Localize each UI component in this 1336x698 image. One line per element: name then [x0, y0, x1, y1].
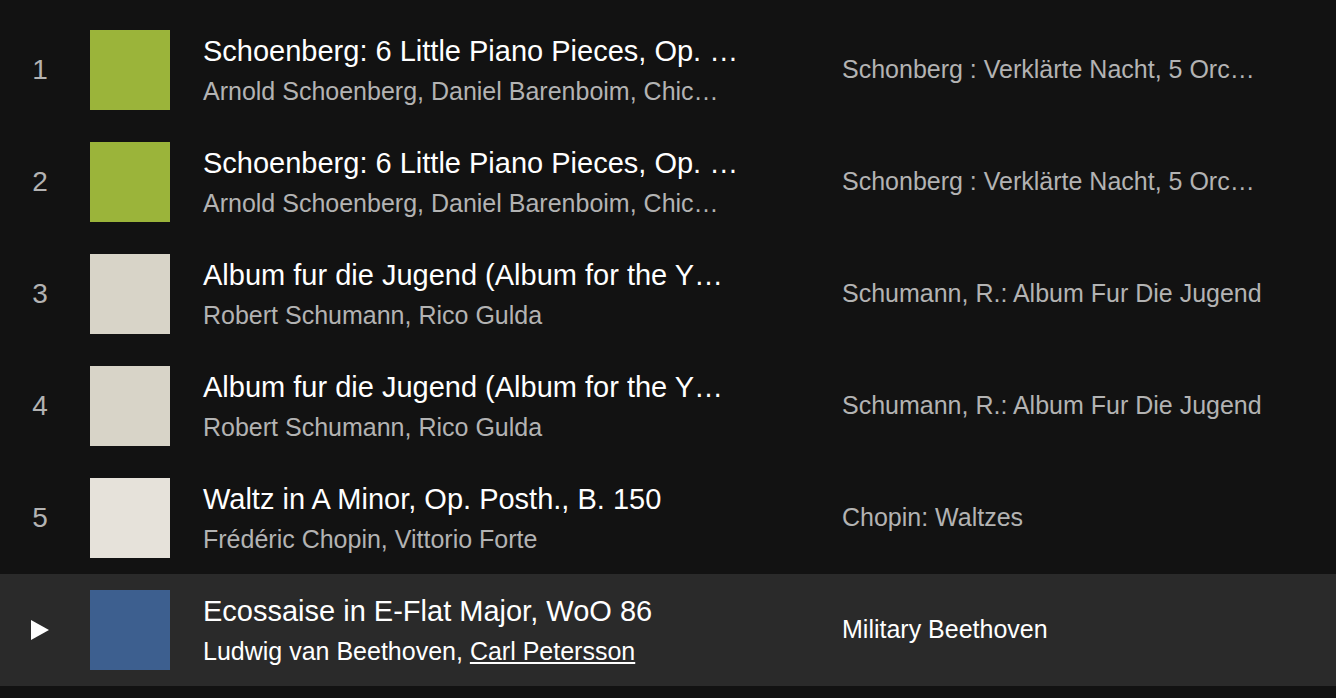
track-row[interactable]: 3 Album fur die Jugend (Album for the Y… R…	[0, 238, 1336, 350]
album-cover[interactable]	[90, 366, 170, 446]
track-info: Album fur die Jugend (Album for the Y… Ro…	[203, 369, 842, 443]
artist-link[interactable]: Robert Schumann	[203, 413, 405, 441]
track-artists: Robert Schumann, Rico Gulda	[203, 411, 842, 443]
track-artists: Arnold Schoenberg, Daniel Barenboim, Chi…	[203, 75, 842, 107]
artist-separator: ,	[405, 413, 419, 441]
track-info: Ecossaise in E-Flat Major, WoO 86 Ludwig …	[203, 593, 842, 667]
artist-link[interactable]: Chic…	[644, 189, 719, 217]
track-row[interactable]: 4 Album fur die Jugend (Album for the Y… R…	[0, 350, 1336, 462]
track-row[interactable]: 1 Schoenberg: 6 Little Piano Pieces, Op. …	[0, 14, 1336, 126]
track-info: Schoenberg: 6 Little Piano Pieces, Op. ……	[203, 33, 842, 107]
album-cover[interactable]	[90, 590, 170, 670]
track-number: 5	[32, 497, 48, 539]
track-number-cell	[0, 618, 80, 642]
artist-link[interactable]: Arnold Schoenberg	[203, 189, 417, 217]
album-cover[interactable]	[90, 254, 170, 334]
track-info: Schoenberg: 6 Little Piano Pieces, Op. ……	[203, 145, 842, 219]
album-link[interactable]: Chopin: Waltzes	[842, 499, 1336, 537]
track-title[interactable]: Schoenberg: 6 Little Piano Pieces, Op. …	[203, 145, 842, 181]
track-row[interactable]: 2 Schoenberg: 6 Little Piano Pieces, Op. …	[0, 126, 1336, 238]
track-list: 1 Schoenberg: 6 Little Piano Pieces, Op. …	[0, 0, 1336, 686]
track-title[interactable]: Ecossaise in E-Flat Major, WoO 86	[203, 593, 842, 629]
track-title[interactable]: Schoenberg: 6 Little Piano Pieces, Op. …	[203, 33, 842, 69]
artist-link[interactable]: Arnold Schoenberg	[203, 77, 417, 105]
track-number: 4	[32, 385, 48, 427]
track-number-cell: 1	[0, 49, 80, 91]
track-artists: Ludwig van Beethoven, Carl Petersson	[203, 635, 842, 667]
track-number: 1	[32, 49, 48, 91]
artist-separator: ,	[405, 301, 419, 329]
album-link[interactable]: Schonberg : Verklärte Nacht, 5 Orc…	[842, 163, 1336, 201]
artist-link[interactable]: Rico Gulda	[418, 413, 542, 441]
track-title[interactable]: Waltz in A Minor, Op. Posth., B. 150	[203, 481, 842, 517]
play-icon[interactable]	[29, 618, 51, 642]
track-title[interactable]: Album fur die Jugend (Album for the Y…	[203, 369, 842, 405]
artist-separator: ,	[417, 77, 431, 105]
album-link[interactable]: Schumann, R.: Album Fur Die Jugend	[842, 275, 1336, 313]
track-info: Waltz in A Minor, Op. Posth., B. 150 Fréd…	[203, 481, 842, 555]
track-artists: Robert Schumann, Rico Gulda	[203, 299, 842, 331]
album-link[interactable]: Military Beethoven	[842, 611, 1336, 649]
artist-link[interactable]: Rico Gulda	[418, 301, 542, 329]
album-cover[interactable]	[90, 142, 170, 222]
album-cover[interactable]	[90, 478, 170, 558]
track-number-cell: 3	[0, 273, 80, 315]
album-link[interactable]: Schumann, R.: Album Fur Die Jugend	[842, 387, 1336, 425]
track-artists: Frédéric Chopin, Vittorio Forte	[203, 523, 842, 555]
artist-link[interactable]: Frédéric Chopin	[203, 525, 381, 553]
track-info: Album fur die Jugend (Album for the Y… Ro…	[203, 257, 842, 331]
artist-link[interactable]: Carl Petersson	[470, 637, 635, 665]
track-row[interactable]: Ecossaise in E-Flat Major, WoO 86 Ludwig …	[0, 574, 1336, 686]
artist-separator: ,	[630, 77, 644, 105]
artist-link[interactable]: Daniel Barenboim	[431, 189, 630, 217]
track-number: 2	[32, 161, 48, 203]
track-number-cell: 5	[0, 497, 80, 539]
artist-link[interactable]: Vittorio Forte	[395, 525, 538, 553]
track-number: 3	[32, 273, 48, 315]
artist-link[interactable]: Ludwig van Beethoven	[203, 637, 456, 665]
artist-link[interactable]: Robert Schumann	[203, 301, 405, 329]
track-title[interactable]: Album fur die Jugend (Album for the Y…	[203, 257, 842, 293]
artist-separator: ,	[417, 189, 431, 217]
album-cover[interactable]	[90, 30, 170, 110]
artist-separator: ,	[630, 189, 644, 217]
track-number-cell: 2	[0, 161, 80, 203]
album-link[interactable]: Schonberg : Verklärte Nacht, 5 Orc…	[842, 51, 1336, 89]
track-number-cell: 4	[0, 385, 80, 427]
artist-link[interactable]: Daniel Barenboim	[431, 77, 630, 105]
artist-separator: ,	[381, 525, 395, 553]
track-artists: Arnold Schoenberg, Daniel Barenboim, Chi…	[203, 187, 842, 219]
artist-separator: ,	[456, 637, 470, 665]
artist-link[interactable]: Chic…	[644, 77, 719, 105]
track-row[interactable]: 5 Waltz in A Minor, Op. Posth., B. 150 Fré…	[0, 462, 1336, 574]
